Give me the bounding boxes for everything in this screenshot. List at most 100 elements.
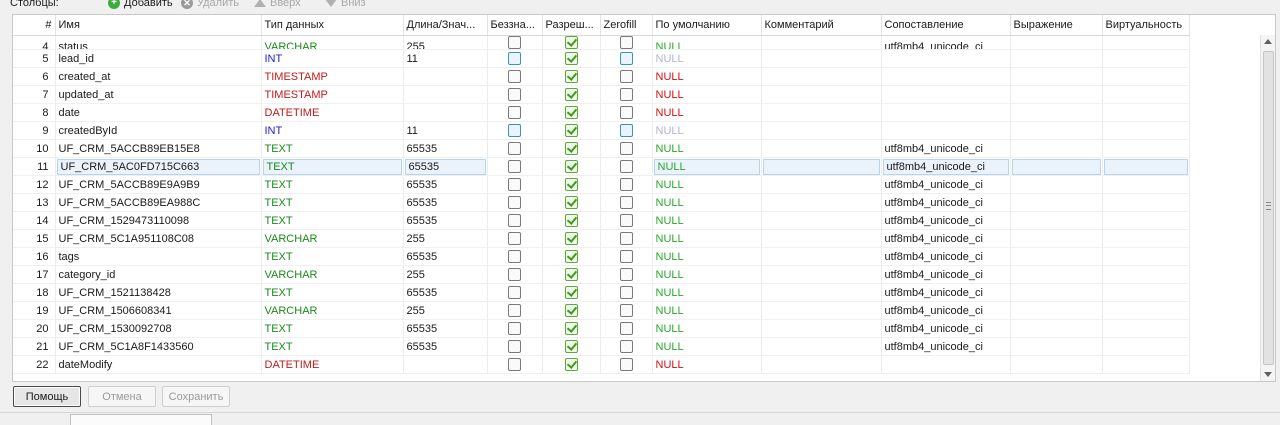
virtuality-cell[interactable] <box>1102 301 1190 320</box>
collation-cell[interactable] <box>881 85 1011 104</box>
add-column-button[interactable]: + Добавить <box>108 0 173 9</box>
comment-cell[interactable] <box>761 121 882 140</box>
collation-cell[interactable]: utf8mb4_unicode_ci <box>881 247 1011 266</box>
allow-null-cell[interactable] <box>542 247 601 266</box>
comment-cell[interactable] <box>761 283 882 302</box>
save-button[interactable]: Сохранить <box>162 386 230 407</box>
virtuality-cell[interactable] <box>1102 193 1190 212</box>
collation-cell[interactable]: utf8mb4_unicode_ci <box>881 211 1011 230</box>
column-name-cell[interactable]: UF_CRM_1506608341 <box>55 301 262 320</box>
comment-cell[interactable] <box>761 85 882 104</box>
zerofill-cell[interactable] <box>600 229 653 248</box>
expression-cell[interactable] <box>1010 175 1103 194</box>
default-cell[interactable]: NULL <box>652 211 762 230</box>
collation-cell[interactable] <box>881 103 1011 122</box>
col-header-zerofill[interactable]: Zerofill <box>600 15 653 36</box>
allow-null-checkbox[interactable] <box>564 70 578 83</box>
collation-cell[interactable]: utf8mb4_unicode_ci <box>881 265 1011 284</box>
move-down-button[interactable]: Вниз <box>325 0 366 9</box>
unsigned-cell[interactable] <box>487 157 543 176</box>
allow-null-cell[interactable] <box>542 35 601 50</box>
length-cell[interactable] <box>403 67 488 86</box>
zerofill-cell[interactable] <box>600 355 653 374</box>
col-header-allow-null[interactable]: Разреш... <box>542 15 601 36</box>
zerofill-checkbox[interactable] <box>619 232 633 245</box>
zerofill-checkbox[interactable] <box>619 70 633 83</box>
expression-cell[interactable] <box>1010 121 1103 140</box>
column-name-cell[interactable]: created_at <box>55 67 262 86</box>
column-name-cell[interactable]: category_id <box>55 265 262 284</box>
comment-cell[interactable] <box>761 175 882 194</box>
unsigned-checkbox[interactable] <box>508 178 521 191</box>
unsigned-cell[interactable] <box>487 229 543 248</box>
default-cell[interactable]: NULL <box>652 283 762 302</box>
default-cell[interactable]: NULL <box>652 193 762 212</box>
collation-cell[interactable]: utf8mb4_unicode_ci <box>881 301 1011 320</box>
length-cell[interactable]: 11 <box>403 49 488 68</box>
collation-cell[interactable] <box>881 67 1011 86</box>
zerofill-cell[interactable] <box>600 211 653 230</box>
length-cell[interactable]: 65535 <box>403 247 488 266</box>
allow-null-checkbox[interactable] <box>564 286 578 299</box>
unsigned-cell[interactable] <box>487 211 543 230</box>
zerofill-checkbox[interactable] <box>619 268 633 281</box>
comment-cell[interactable] <box>761 103 882 122</box>
table-row[interactable]: 16 tags TEXT 65535 NULL utf8mb4_unicode_ci <box>13 247 1190 266</box>
length-cell[interactable]: 65535 <box>403 193 488 212</box>
table-row[interactable]: 18 UF_CRM_1521138428 TEXT 65535 NULL utf8mb4_… <box>13 283 1190 302</box>
unsigned-checkbox[interactable] <box>508 304 521 317</box>
expression-cell[interactable] <box>1010 337 1103 356</box>
collation-cell[interactable]: utf8mb4_unicode_ci <box>881 283 1011 302</box>
comment-cell[interactable] <box>761 319 882 338</box>
help-button[interactable]: Помощь <box>13 386 81 407</box>
unsigned-cell[interactable] <box>487 265 543 284</box>
unsigned-checkbox[interactable] <box>508 358 521 371</box>
zerofill-checkbox[interactable] <box>619 322 633 335</box>
remove-column-button[interactable]: ✕ Удалить <box>181 0 239 9</box>
unsigned-cell[interactable] <box>487 35 543 50</box>
virtuality-cell[interactable] <box>1102 175 1190 194</box>
allow-null-cell[interactable] <box>542 49 601 68</box>
move-up-button[interactable]: Вверх <box>254 0 301 9</box>
table-row[interactable]: 13 UF_CRM_5ACCB89EA988C TEXT 65535 NULL utf8m… <box>13 193 1190 212</box>
virtuality-cell[interactable] <box>1102 157 1190 176</box>
datatype-cell[interactable]: TEXT <box>261 319 404 338</box>
datatype-cell[interactable]: TEXT <box>261 139 404 158</box>
unsigned-checkbox[interactable] <box>508 214 521 227</box>
collation-cell[interactable]: utf8mb4_unicode_ci <box>881 337 1011 356</box>
col-header-name[interactable]: Имя <box>55 15 262 36</box>
zerofill-cell[interactable] <box>600 319 653 338</box>
zerofill-cell[interactable] <box>600 139 653 158</box>
virtuality-cell[interactable] <box>1102 67 1190 86</box>
unsigned-cell[interactable] <box>487 175 543 194</box>
length-cell[interactable] <box>403 85 488 104</box>
zerofill-checkbox[interactable] <box>619 124 633 137</box>
column-name-cell[interactable]: createdById <box>55 121 262 140</box>
table-row[interactable]: 19 UF_CRM_1506608341 VARCHAR 255 NULL utf8mb4… <box>13 301 1190 320</box>
allow-null-checkbox[interactable] <box>564 88 578 101</box>
datatype-cell[interactable]: INT <box>261 49 404 68</box>
zerofill-checkbox[interactable] <box>619 304 633 317</box>
table-row[interactable]: 6 created_at TIMESTAMP NULL <box>13 67 1190 86</box>
comment-cell[interactable] <box>761 229 882 248</box>
virtuality-cell[interactable] <box>1102 319 1190 338</box>
unsigned-cell[interactable] <box>487 121 543 140</box>
collation-cell[interactable]: utf8mb4_unicode_ci <box>881 157 1011 176</box>
comment-cell[interactable] <box>761 265 882 284</box>
col-header-length[interactable]: Длина/Знач... <box>403 15 488 36</box>
datatype-cell[interactable]: DATETIME <box>261 103 404 122</box>
default-cell[interactable]: NULL <box>652 175 762 194</box>
zerofill-checkbox[interactable] <box>619 178 633 191</box>
unsigned-cell[interactable] <box>487 247 543 266</box>
expression-cell[interactable] <box>1010 319 1103 338</box>
expression-cell[interactable] <box>1010 35 1103 50</box>
datatype-cell[interactable]: TEXT <box>261 337 404 356</box>
length-cell[interactable]: 11 <box>403 121 488 140</box>
expression-cell[interactable] <box>1010 139 1103 158</box>
comment-cell[interactable] <box>761 301 882 320</box>
allow-null-cell[interactable] <box>542 301 601 320</box>
unsigned-checkbox[interactable] <box>508 36 521 49</box>
columns-grid[interactable]: # Имя Тип данных Длина/Знач... Беззна...… <box>12 14 1276 382</box>
zerofill-cell[interactable] <box>600 193 653 212</box>
expression-cell[interactable] <box>1010 157 1103 176</box>
